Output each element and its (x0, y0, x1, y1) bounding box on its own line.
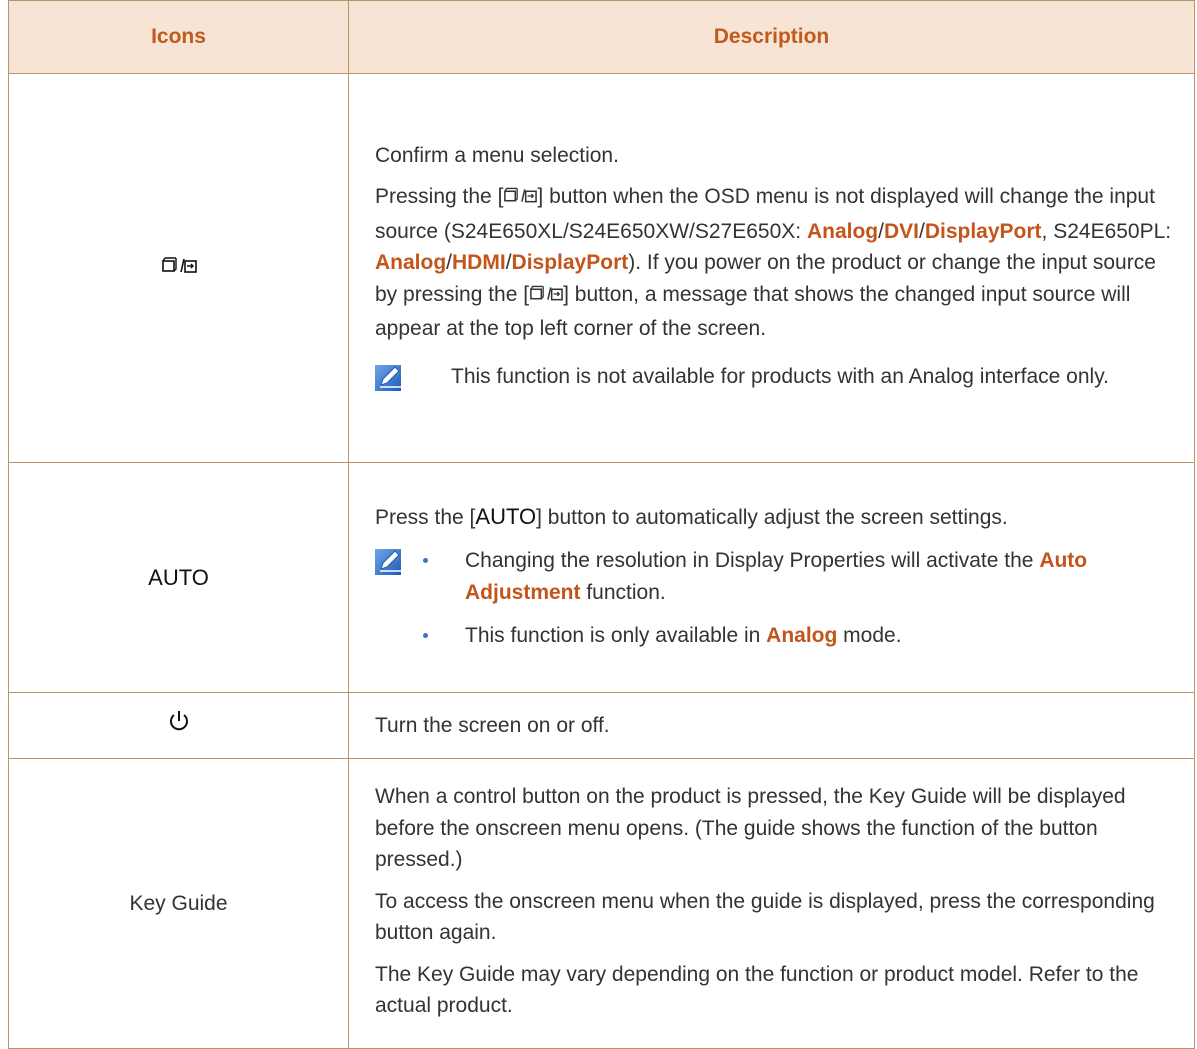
desc-text: Confirm a menu selection. (375, 143, 619, 167)
highlight: DisplayPort (924, 219, 1042, 243)
auto-key: AUTO (475, 503, 537, 529)
highlight: DVI (883, 219, 919, 243)
icon-cell: AUTO (8, 462, 349, 693)
table-row: Key Guide When a control button on the p… (8, 758, 1195, 1049)
table-header-row: Icons Description (8, 0, 1195, 74)
icon-cell (8, 73, 349, 463)
header-description: Description (348, 0, 1195, 74)
power-icon (167, 709, 191, 743)
text: Changing the resolution in Display Prope… (465, 549, 1040, 572)
text: ] button to automatically adjust the scr… (536, 505, 1008, 529)
source-enter-icon (503, 184, 538, 216)
icon-cell: Key Guide (8, 758, 349, 1049)
text: mode. (837, 624, 902, 647)
text: function. (580, 580, 666, 604)
table-row: Turn the screen on or off. (8, 692, 1195, 759)
text: , S24E650PL: (1041, 219, 1172, 243)
desc-text: When a control button on the product is … (375, 785, 1126, 872)
list-item: This function is only available in Analo… (419, 620, 1176, 652)
description-cell: When a control button on the product is … (348, 758, 1195, 1049)
table-row: Confirm a menu selection. Pressing the [… (8, 73, 1195, 463)
note-pencil-icon (375, 363, 405, 393)
text: Pressing the [ (375, 185, 504, 208)
bullet (423, 558, 428, 563)
header-icons: Icons (8, 0, 349, 74)
desc-paragraph: Press the [AUTO] button to automatically… (375, 500, 1176, 534)
bullet (423, 633, 428, 638)
highlight: HDMI (452, 251, 506, 274)
table-row: AUTO Press the [AUTO] button to automati… (8, 462, 1195, 693)
highlight: DisplayPort (511, 251, 629, 274)
icon-cell (8, 692, 349, 759)
desc-text: To access the onscreen menu when the gui… (375, 889, 1155, 945)
desc-paragraph: Pressing the [] button when the OSD menu… (375, 181, 1176, 345)
icon-description-table: Icons Description Confirm a menu selecti… (8, 0, 1195, 1049)
auto-label: AUTO (148, 564, 209, 590)
source-enter-icon (529, 282, 563, 314)
note: This function is not available for produ… (375, 361, 1176, 393)
note-text: This function is not available for produ… (451, 364, 1109, 388)
description-cell: Press the [AUTO] button to automatically… (348, 462, 1195, 693)
key-guide-label: Key Guide (129, 891, 228, 915)
note-pencil-icon (375, 547, 405, 577)
source-enter-icon (161, 254, 197, 286)
note-list: Changing the resolution in Display Prope… (419, 545, 1176, 652)
highlight: Analog (766, 624, 838, 647)
highlight: Analog (806, 219, 879, 243)
text: This function is only available in (465, 624, 767, 647)
list-item: Changing the resolution in Display Prope… (419, 545, 1176, 608)
note: Changing the resolution in Display Prope… (375, 545, 1176, 652)
desc-text: The Key Guide may vary depending on the … (375, 962, 1139, 1018)
text: Press the [ (375, 505, 476, 529)
description-cell: Confirm a menu selection. Pressing the [… (348, 73, 1195, 463)
desc-text: Turn the screen on or off. (375, 713, 610, 737)
description-cell: Turn the screen on or off. (348, 692, 1195, 759)
highlight: Analog (375, 251, 447, 274)
